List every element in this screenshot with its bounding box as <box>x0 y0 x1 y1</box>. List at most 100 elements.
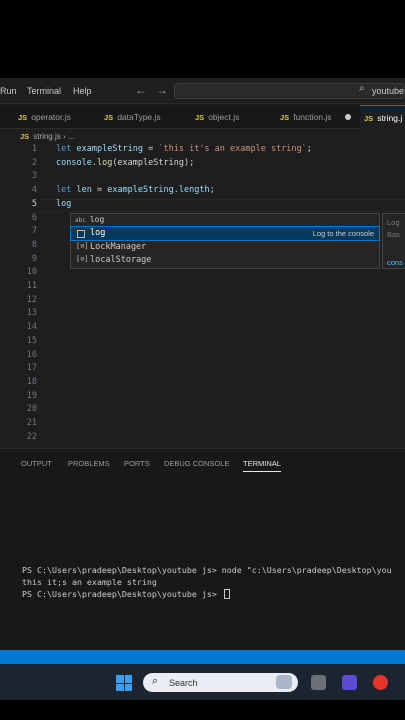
suggestion-label: log <box>90 228 106 238</box>
js-file-icon: JS <box>280 113 290 122</box>
menu-help[interactable]: Help <box>73 86 92 96</box>
line-number: 18 <box>26 376 37 387</box>
js-file-icon: JS <box>195 113 205 122</box>
doc-line: Bas <box>387 230 400 239</box>
terminal-prompt[interactable]: PS C:\Users\pradeep\Desktop\youtube js> <box>22 589 230 599</box>
tab-problems[interactable]: PROBLEMS <box>68 459 110 468</box>
line-number: 14 <box>26 322 37 333</box>
windows-start-icon[interactable] <box>116 675 132 691</box>
js-file-icon: JS <box>18 113 28 122</box>
tab-output[interactable]: OUTPUT <box>21 459 52 468</box>
keyword: let <box>56 185 72 196</box>
windows-taskbar: ⌕ Search <box>0 664 405 700</box>
line-number: 15 <box>26 335 37 346</box>
status-bar <box>0 650 405 664</box>
command-center-text: youtube <box>372 86 405 96</box>
tab-label: function.js <box>293 112 332 122</box>
breadcrumb[interactable]: JS string.js › ... <box>20 132 75 141</box>
title-bar: Run Terminal Help ← → ⌕ youtube <box>0 78 405 104</box>
tab-label: object.js <box>208 112 240 122</box>
function-name: log <box>96 157 113 168</box>
search-icon: ⌕ <box>152 675 159 687</box>
line-number: 9 <box>31 253 37 264</box>
forward-arrow-icon[interactable]: → <box>156 83 168 97</box>
tab-datatype[interactable]: JS dataType.js <box>104 105 161 129</box>
taskbar-search[interactable]: ⌕ Search <box>143 673 298 692</box>
property: .length <box>173 185 210 196</box>
js-file-icon: JS <box>364 114 374 123</box>
typed-text: log <box>56 198 72 209</box>
operator: = <box>91 185 108 196</box>
tab-object[interactable]: JS object.js <box>195 105 239 129</box>
line-number: 4 <box>31 185 37 196</box>
editor-tab-bar: JS operator.js JS dataType.js JS object.js … <box>0 105 405 129</box>
semicolon: ; <box>306 144 312 154</box>
terminal-line[interactable]: PS C:\Users\pradeep\Desktop\youtube js> … <box>22 565 392 575</box>
variable: exampleString <box>76 144 144 154</box>
bottom-panel: OUTPUT PROBLEMS PORTS DEBUG CONSOLE TERM… <box>0 448 405 650</box>
variable: len <box>76 185 92 196</box>
line-number: 7 <box>31 226 37 237</box>
line-number: 12 <box>26 294 37 305</box>
line-number: 16 <box>26 349 37 360</box>
search-icon: ⌕ <box>359 83 365 94</box>
terminal-cursor <box>223 589 230 599</box>
string-literal: `this it's an example string` <box>158 144 307 154</box>
suggestion-localstorage[interactable]: [⊘] localStorage <box>71 254 379 267</box>
line-number: 13 <box>26 308 37 319</box>
line-number: 8 <box>31 239 37 250</box>
line-number: 21 <box>26 418 37 428</box>
unsaved-dot-icon[interactable] <box>345 114 351 120</box>
line-number: 19 <box>26 390 37 401</box>
tab-label: string.j <box>377 113 403 123</box>
back-arrow-icon[interactable]: ← <box>135 83 147 97</box>
search-highlight-icon <box>276 675 292 689</box>
doc-line: Log <box>387 218 400 227</box>
taskbar-app-icon[interactable] <box>311 675 326 690</box>
tab-debug-console[interactable]: DEBUG CONSOLE <box>164 459 229 468</box>
suggestion-label: localStorage <box>90 255 152 265</box>
tab-string[interactable]: JS string.j <box>360 105 405 129</box>
tab-label: operator.js <box>31 112 71 122</box>
tab-label: dataType.js <box>117 112 161 122</box>
tab-function[interactable]: JS function.js <box>280 105 331 129</box>
terminal-output: this it;s an example string <box>22 577 157 587</box>
tab-operator[interactable]: JS operator.js <box>18 105 71 129</box>
vscode-window: Run Terminal Help ← → ⌕ youtube JS operat… <box>0 78 405 650</box>
line-number: 6 <box>31 212 37 223</box>
variable-icon: [⊘] <box>76 255 89 263</box>
line-number: 11 <box>26 281 37 291</box>
text-suggestion-icon: abc <box>75 217 86 224</box>
tab-ports[interactable]: PORTS <box>124 459 150 468</box>
prompt-text: PS C:\Users\pradeep\Desktop\youtube js> <box>22 589 222 599</box>
semicolon: ; <box>209 185 215 196</box>
object-name: exampleString <box>107 185 174 196</box>
js-file-icon: JS <box>104 113 114 122</box>
suggestion-detail: Log to the console <box>312 229 374 238</box>
menu-terminal[interactable]: Terminal <box>27 86 61 96</box>
menu-run[interactable]: Run <box>0 86 17 96</box>
code-line-2[interactable]: console.log(exampleString); <box>56 158 194 168</box>
suggest-widget: abc log log Log to the console [⊘] LockMa… <box>70 213 380 269</box>
arguments: (exampleString); <box>112 157 195 168</box>
active-tab-indicator <box>243 471 281 472</box>
line-number: 20 <box>26 404 37 415</box>
line-number: 3 <box>31 171 37 182</box>
taskbar-app-icon[interactable] <box>342 675 357 690</box>
current-line-highlight <box>40 199 405 212</box>
tab-terminal[interactable]: TERMINAL <box>243 459 281 468</box>
breadcrumb-separator: › ... <box>62 132 75 141</box>
suggestion-log[interactable]: log Log to the console <box>70 226 380 241</box>
suggestion-lockmanager[interactable]: [⊘] LockManager <box>71 241 379 254</box>
variable-icon: [⊘] <box>76 242 89 250</box>
line-number: 1 <box>31 144 37 154</box>
code-line-5[interactable]: log <box>56 199 71 209</box>
suggest-header-label: log <box>89 215 105 224</box>
taskbar-app-icon[interactable] <box>373 675 388 690</box>
object-name: console <box>56 157 92 168</box>
breadcrumb-file: string.js <box>33 132 61 141</box>
line-number: 10 <box>26 267 37 278</box>
code-line-1[interactable]: let exampleString = `this it's an exampl… <box>56 144 312 154</box>
command-center[interactable] <box>174 83 405 99</box>
code-line-4[interactable]: let len = exampleString.length; <box>56 185 215 195</box>
